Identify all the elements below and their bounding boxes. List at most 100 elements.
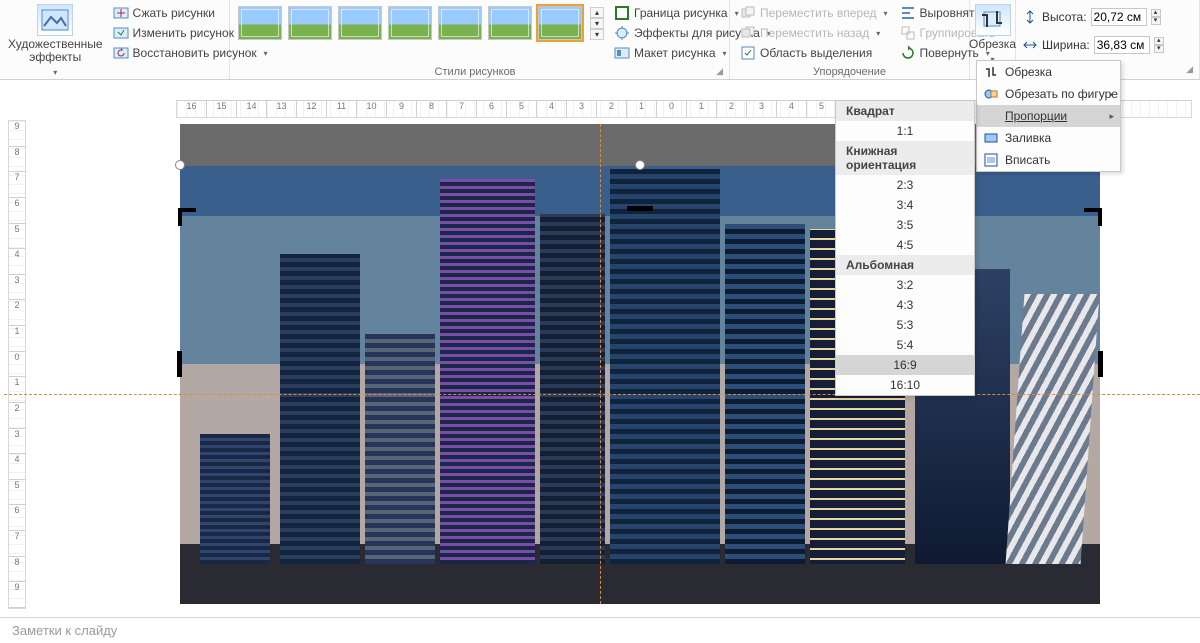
ruler-tick: 2 xyxy=(9,300,25,326)
group-arrange: Переместить вперед Переместить назад Обл… xyxy=(730,0,970,79)
style-thumb[interactable] xyxy=(488,6,532,40)
notes-pane[interactable]: Заметки к слайду xyxy=(0,617,1200,643)
fit-icon xyxy=(983,152,999,168)
ratio-option[interactable]: 5:4 xyxy=(836,335,974,355)
ratio-header: Книжная ориентация xyxy=(836,141,974,175)
ruler-tick: 1 xyxy=(9,326,25,352)
ratio-header: Квадрат xyxy=(836,101,974,121)
height-label: Высота: xyxy=(1042,10,1087,24)
height-row: Высота: ▴▾ xyxy=(1022,6,1164,28)
ruler-tick: 3 xyxy=(9,275,25,301)
send-backward-button: Переместить назад xyxy=(736,24,892,42)
ratio-option[interactable]: 4:5 xyxy=(836,235,974,255)
ruler-tick: 4 xyxy=(537,101,567,117)
resize-handle[interactable] xyxy=(635,160,645,170)
dialog-launcher-icon[interactable]: ◢ xyxy=(716,66,723,77)
send-backward-icon xyxy=(740,25,756,41)
ruler-tick: 7 xyxy=(9,531,25,557)
ruler-tick: 2 xyxy=(717,101,747,117)
ruler-tick: 12 xyxy=(297,101,327,117)
style-thumb[interactable] xyxy=(388,6,432,40)
layout-icon xyxy=(614,45,630,61)
fill-icon xyxy=(983,130,999,146)
change-picture-icon xyxy=(113,25,129,41)
style-thumb[interactable] xyxy=(238,6,282,40)
bring-forward-button: Переместить вперед xyxy=(736,4,892,22)
picture-style-gallery[interactable]: ▴▾▾ xyxy=(234,2,608,44)
gallery-scroll[interactable]: ▴▾▾ xyxy=(590,7,604,40)
ruler-tick: 6 xyxy=(477,101,507,117)
align-icon xyxy=(900,5,916,21)
ratio-option[interactable]: 4:3 xyxy=(836,295,974,315)
style-thumb[interactable] xyxy=(338,6,382,40)
ruler-tick: 3 xyxy=(567,101,597,117)
group-icon xyxy=(900,25,916,41)
ratio-option[interactable]: 3:4 xyxy=(836,195,974,215)
ruler-tick: 1 xyxy=(687,101,717,117)
ratio-option[interactable]: 16:9 xyxy=(836,355,974,375)
ratio-option[interactable]: 3:2 xyxy=(836,275,974,295)
style-thumb[interactable] xyxy=(288,6,332,40)
resize-handle[interactable] xyxy=(175,160,185,170)
border-icon xyxy=(614,5,630,21)
ruler-tick: 8 xyxy=(9,557,25,583)
width-icon xyxy=(1022,37,1038,53)
height-spinner[interactable]: ▴▾ xyxy=(1151,9,1161,25)
ruler-tick: 5 xyxy=(807,101,837,117)
ruler-tick: 8 xyxy=(417,101,447,117)
artistic-effects-button[interactable]: Художественные эффекты ▾ xyxy=(4,2,107,81)
guide-vertical[interactable] xyxy=(600,124,601,604)
ratio-option[interactable]: 16:10 xyxy=(836,375,974,395)
ratio-option[interactable]: 1:1 xyxy=(836,121,974,141)
ruler-tick: 10 xyxy=(357,101,387,117)
ratio-option[interactable]: 5:3 xyxy=(836,315,974,335)
compress-icon xyxy=(113,5,129,21)
style-thumb-selected[interactable] xyxy=(538,6,582,40)
aspect-ratio-submenu: Квадрат1:1Книжная ориентация2:33:43:54:5… xyxy=(835,100,975,396)
menu-aspect-ratio[interactable]: Пропорции xyxy=(977,105,1120,127)
ruler-tick: 0 xyxy=(657,101,687,117)
width-row: Ширина: ▴▾ xyxy=(1022,34,1164,56)
group-label-arrange: Упорядочение xyxy=(734,64,965,81)
ruler-tick: 15 xyxy=(207,101,237,117)
ratio-option[interactable]: 3:5 xyxy=(836,215,974,235)
ruler-tick: 4 xyxy=(777,101,807,117)
guide-horizontal[interactable] xyxy=(4,394,1200,395)
crop-handle[interactable] xyxy=(627,206,653,211)
ruler-tick: 11 xyxy=(327,101,357,117)
width-input[interactable] xyxy=(1094,36,1150,54)
group-picture-styles: ▴▾▾ Граница рисунка Эффекты для рисунка … xyxy=(230,0,730,79)
menu-crop[interactable]: Обрезка xyxy=(977,61,1120,83)
ruler-vertical[interactable]: 9876543210123456789 xyxy=(8,120,26,609)
ruler-tick: 8 xyxy=(9,147,25,173)
ruler-tick: 9 xyxy=(9,121,25,147)
selection-pane-button[interactable]: Область выделения xyxy=(736,44,892,62)
width-spinner[interactable]: ▴▾ xyxy=(1154,37,1164,53)
ruler-tick: 16 xyxy=(177,101,207,117)
ruler-tick: 5 xyxy=(507,101,537,117)
ruler-tick: 5 xyxy=(9,480,25,506)
crop-icon xyxy=(975,4,1011,36)
ruler-tick: 5 xyxy=(9,224,25,250)
crop-handle[interactable] xyxy=(177,351,182,377)
crop-handle[interactable] xyxy=(1098,351,1103,377)
crop-handle[interactable] xyxy=(1098,208,1102,226)
crop-dropdown-menu: Обрезка Обрезать по фигуре Пропорции Зал… xyxy=(976,60,1121,172)
height-input[interactable] xyxy=(1091,8,1147,26)
style-thumb[interactable] xyxy=(438,6,482,40)
crop-icon xyxy=(983,64,999,80)
ruler-tick: 1 xyxy=(9,377,25,403)
group-label-styles: Стили рисунков xyxy=(435,66,516,78)
crop-button[interactable]: Обрезка ▾ xyxy=(965,2,1020,68)
ruler-tick: 6 xyxy=(9,198,25,224)
ruler-tick: 14 xyxy=(237,101,267,117)
menu-fill[interactable]: Заливка xyxy=(977,127,1120,149)
menu-crop-to-shape[interactable]: Обрезать по фигуре xyxy=(977,83,1120,105)
ruler-tick: 13 xyxy=(267,101,297,117)
menu-fit[interactable]: Вписать xyxy=(977,149,1120,171)
dialog-launcher-icon[interactable]: ◢ xyxy=(1186,64,1193,75)
ruler-tick: 7 xyxy=(9,172,25,198)
ratio-option[interactable]: 2:3 xyxy=(836,175,974,195)
crop-handle[interactable] xyxy=(178,208,182,226)
ruler-tick: 9 xyxy=(9,582,25,608)
